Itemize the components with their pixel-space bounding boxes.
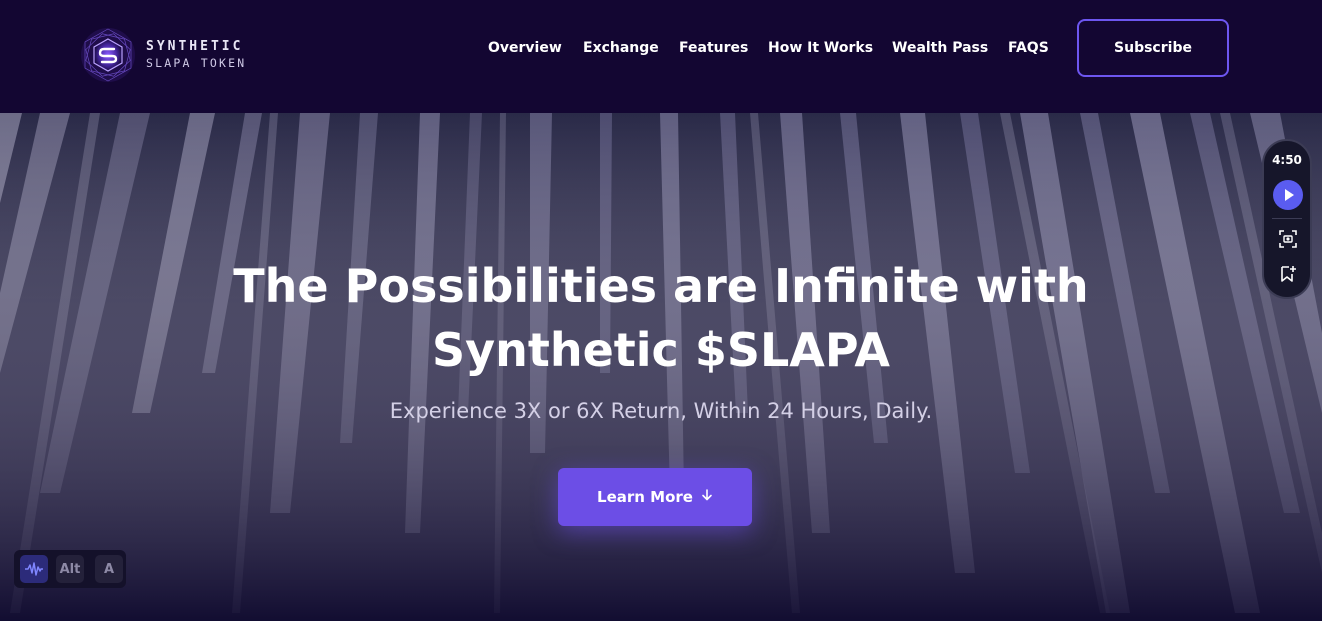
font-size-button[interactable]: A <box>95 555 123 583</box>
widget-divider <box>1272 218 1302 219</box>
timer-readout: 4:50 <box>1272 153 1302 167</box>
play-icon <box>1285 189 1294 201</box>
nav-link-wealth-pass[interactable]: Wealth Pass <box>892 38 988 58</box>
site-header: SYNTHETIC SLAPA TOKEN Overview Exchange … <box>0 0 1322 113</box>
nav-link-exchange[interactable]: Exchange <box>583 38 659 58</box>
audio-wave-icon <box>25 562 43 576</box>
learn-more-button[interactable]: Learn More <box>558 468 752 526</box>
hexagon-s-logo-icon <box>81 28 135 82</box>
audio-wave-button[interactable] <box>20 555 48 583</box>
brand-logo[interactable]: SYNTHETIC SLAPA TOKEN <box>80 27 246 83</box>
brand-name: SYNTHETIC SLAPA TOKEN <box>146 38 246 72</box>
play-button[interactable] <box>1273 180 1303 210</box>
hero-title-line2: Synthetic $SLAPA <box>432 323 890 377</box>
side-widget: 4:50 <box>1262 139 1312 299</box>
nav-link-overview[interactable]: Overview <box>488 38 562 58</box>
page: SYNTHETIC SLAPA TOKEN Overview Exchange … <box>0 0 1322 621</box>
hero-title: The Possibilities are Infinite with Synt… <box>0 254 1322 382</box>
nav-link-features[interactable]: Features <box>679 38 748 58</box>
alt-text-button[interactable]: Alt <box>56 555 84 583</box>
bookmark-add-icon[interactable] <box>1278 264 1298 284</box>
learn-more-label: Learn More <box>597 488 693 506</box>
screenshot-icon[interactable] <box>1278 229 1298 249</box>
accessibility-toolbar: Alt A <box>14 550 126 588</box>
hero-title-line1: The Possibilities are Infinite with <box>233 259 1089 313</box>
brand-name-line1: SYNTHETIC <box>146 39 244 54</box>
hero-section: The Possibilities are Infinite with Synt… <box>0 113 1322 621</box>
hero-subtitle: Experience 3X or 6X Return, Within 24 Ho… <box>389 399 933 423</box>
subscribe-button[interactable]: Subscribe <box>1077 19 1229 77</box>
arrow-down-icon <box>701 489 713 505</box>
nav-link-how-it-works[interactable]: How It Works <box>768 38 873 58</box>
nav-link-faqs[interactable]: FAQS <box>1008 38 1049 58</box>
brand-name-line2: SLAPA TOKEN <box>146 56 247 70</box>
